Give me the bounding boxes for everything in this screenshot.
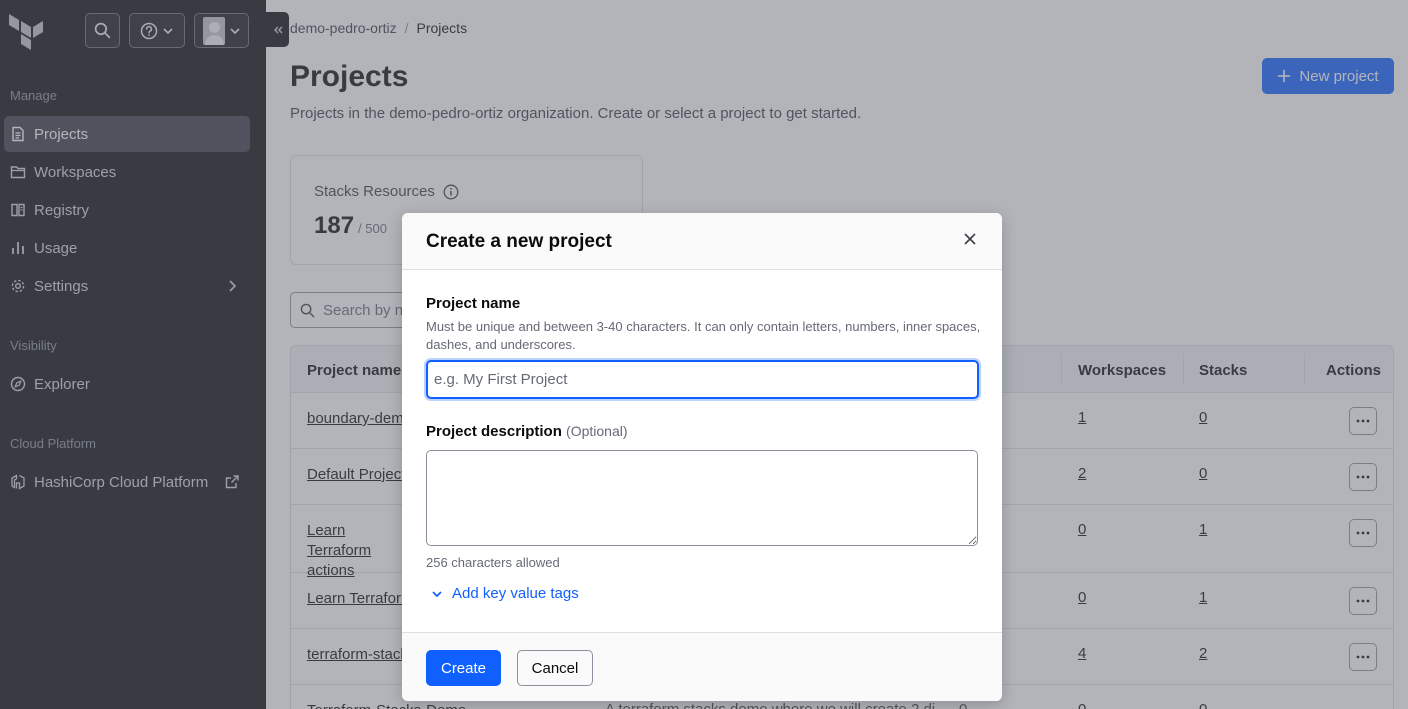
- project-name-help: Must be unique and between 3-40 characte…: [426, 319, 981, 352]
- dialog-title: Create a new project: [426, 231, 612, 252]
- character-count-help: 256 characters allowed: [426, 555, 560, 570]
- chevron-down-icon: [432, 590, 442, 597]
- add-tags-label: Add key value tags: [452, 585, 579, 602]
- close-button[interactable]: [960, 229, 980, 249]
- project-name-label: Project name: [426, 295, 521, 312]
- cancel-button[interactable]: Cancel: [517, 650, 593, 686]
- project-description-textarea[interactable]: [426, 450, 978, 546]
- dialog-header: Create a new project: [402, 213, 1002, 270]
- project-description-label: Project description (Optional): [426, 423, 628, 440]
- close-icon: [964, 233, 976, 245]
- create-project-dialog: Create a new project Project name Must b…: [402, 213, 1002, 701]
- project-name-input[interactable]: [426, 360, 979, 399]
- project-description-label-text: Project description: [426, 423, 562, 440]
- dialog-footer: Create Cancel: [402, 632, 1002, 701]
- add-key-value-tags-button[interactable]: Add key value tags: [430, 585, 579, 602]
- optional-indicator: (Optional): [566, 423, 628, 439]
- create-button[interactable]: Create: [426, 650, 501, 686]
